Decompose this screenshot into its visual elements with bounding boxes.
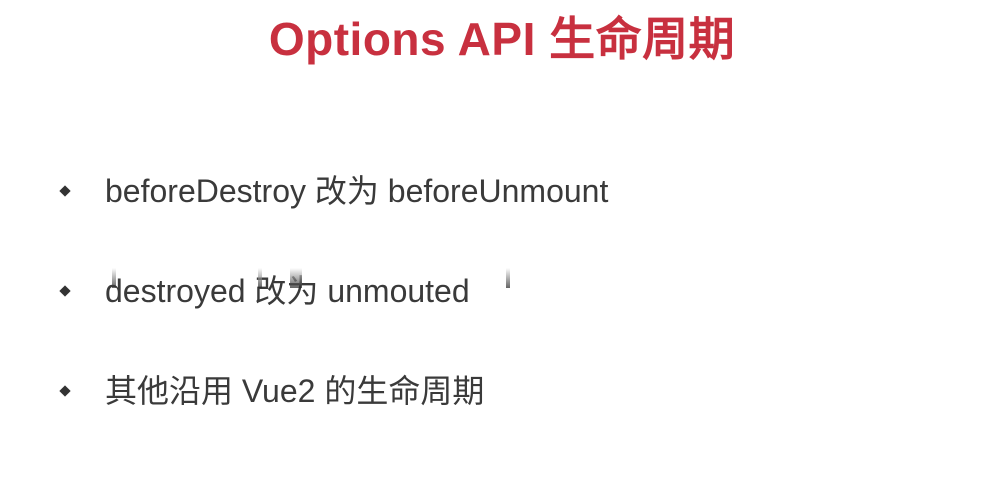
bullet-text: 其他沿用 Vue2 的生命周期	[105, 373, 485, 409]
diamond-bullet-icon	[59, 385, 71, 397]
diamond-bullet-icon	[59, 285, 71, 297]
bullet-item: destroyed 改为 unmouted	[58, 268, 608, 368]
diamond-bullet-icon	[59, 185, 71, 197]
render-artifact	[258, 268, 262, 288]
bullet-text: beforeDestroy 改为 beforeUnmount	[105, 173, 609, 209]
bullet-item: beforeDestroy 改为 beforeUnmount	[58, 168, 608, 268]
bullet-text: destroyed 改为 unmouted	[105, 273, 470, 309]
render-artifact	[290, 268, 302, 288]
render-artifact	[506, 268, 510, 288]
slide-title: Options API 生命周期	[268, 13, 736, 65]
slide: Options API 生命周期 beforeDestroy 改为 before…	[0, 0, 1004, 488]
render-artifact	[112, 268, 116, 288]
bullet-list: beforeDestroy 改为 beforeUnmount destroyed…	[58, 168, 608, 468]
bullet-item: 其他沿用 Vue2 的生命周期	[58, 368, 608, 468]
